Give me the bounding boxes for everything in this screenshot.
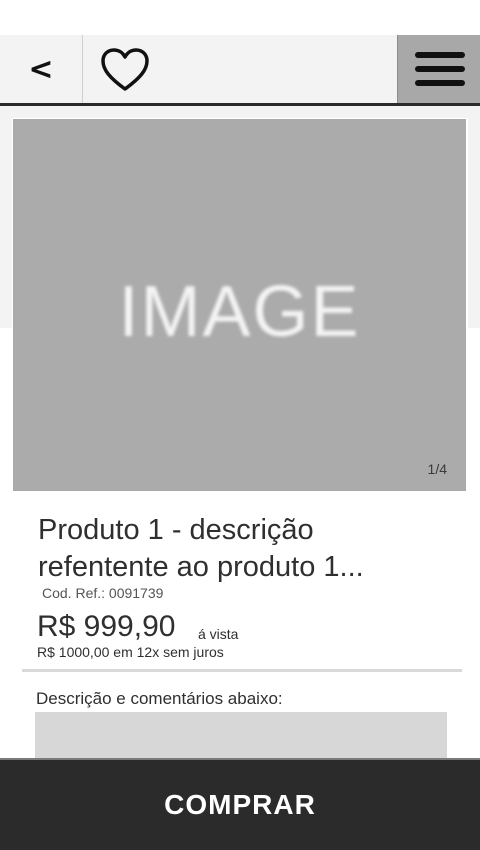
favorite-button[interactable] — [98, 45, 152, 95]
product-page-content: IMAGE 1/4 Produto 1 - descrição refenten… — [0, 106, 480, 758]
buy-button[interactable]: COMPRAR — [0, 758, 480, 850]
product-image-carousel[interactable]: IMAGE 1/4 — [13, 119, 466, 491]
product-card: IMAGE 1/4 Produto 1 - descrição refenten… — [0, 106, 480, 758]
product-title: Produto 1 - descrição refentente ao prod… — [38, 514, 364, 583]
back-icon: < — [28, 51, 54, 87]
installments-info: R$ 1000,00 em 12x sem juros — [37, 644, 224, 660]
product-price: R$ 999,90 — [37, 610, 176, 643]
buy-button-label: COMPRAR — [164, 789, 316, 820]
image-counter: 1/4 — [427, 461, 447, 477]
top-navigation-bar: < — [0, 35, 480, 106]
image-placeholder-label: IMAGE — [118, 272, 361, 352]
price-payment-note: á vista — [198, 626, 239, 642]
description-heading: Descrição e comentários abaixo: — [36, 689, 283, 708]
heart-icon — [101, 48, 149, 91]
back-button[interactable]: < — [0, 35, 83, 103]
description-content-box — [35, 712, 447, 758]
menu-button[interactable] — [397, 35, 480, 103]
reference-code: Cod. Ref.: 0091739 — [42, 585, 164, 601]
divider — [22, 669, 462, 672]
